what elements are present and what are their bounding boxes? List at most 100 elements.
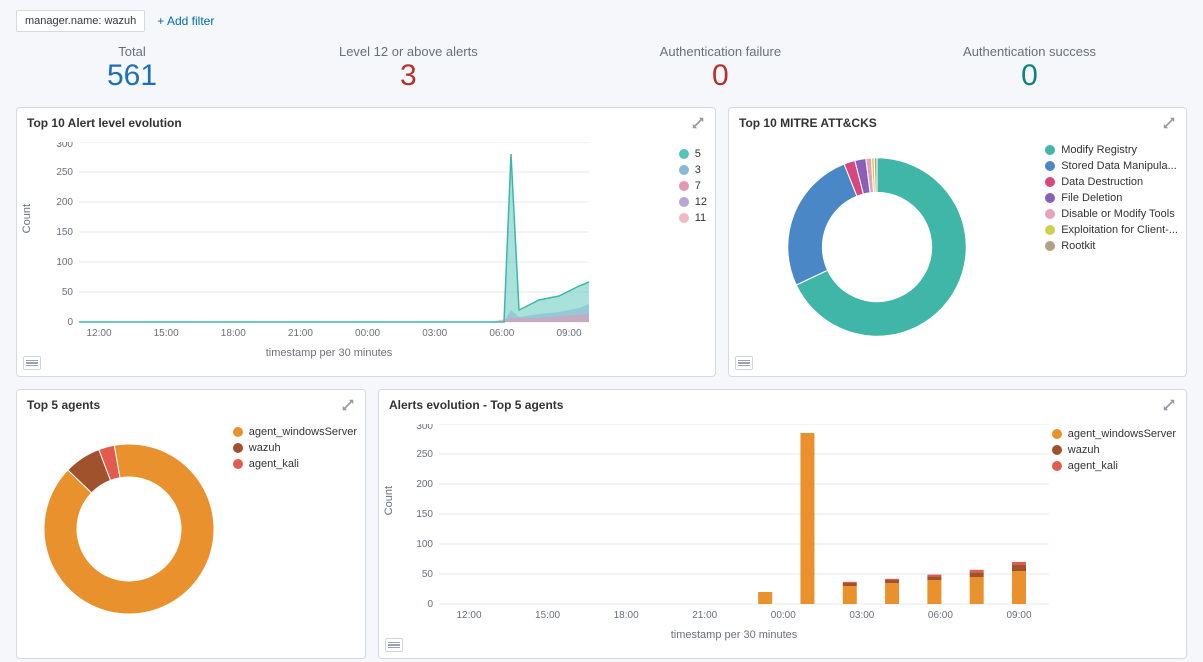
legend-label: 7	[695, 180, 701, 192]
legend-swatch-icon	[1052, 429, 1062, 439]
stat-value: 0	[963, 61, 1096, 91]
svg-text:12:00: 12:00	[456, 610, 481, 621]
stat-label: Authentication success	[963, 44, 1096, 59]
svg-text:06:00: 06:00	[928, 610, 953, 621]
legend-label: Exploitation for Client-...	[1061, 224, 1178, 236]
legend-swatch-icon	[233, 443, 243, 453]
panel-title: Top 10 MITRE ATT&CKS	[739, 116, 877, 130]
panel-menu-icon[interactable]	[735, 356, 753, 370]
y-axis-label: Count	[21, 204, 33, 233]
legend-label: agent_kali	[249, 458, 299, 470]
expand-icon[interactable]	[1162, 116, 1176, 130]
legend-swatch-icon	[1052, 461, 1062, 471]
svg-text:150: 150	[416, 509, 433, 520]
top5-agents-donut-chart	[29, 424, 229, 634]
stat-label: Authentication failure	[660, 44, 781, 59]
stat-value: 0	[660, 61, 781, 91]
legend: agent_windowsServerwazuh agent_kali	[233, 426, 357, 474]
expand-icon[interactable]	[341, 398, 355, 412]
svg-text:150: 150	[56, 227, 73, 238]
alert-evolution-chart: 0 50 100 150 200 250 300 12:0015:0018:00…	[49, 142, 609, 342]
stat-authsucc: Authentication success 0	[963, 44, 1096, 91]
svg-text:21:00: 21:00	[288, 328, 313, 339]
panel-row-1: Top 10 Alert level evolution Count 0 50 …	[16, 107, 1187, 377]
legend-label: agent_kali	[1068, 460, 1118, 472]
legend-label: wazuh	[249, 442, 281, 454]
legend-swatch-icon	[679, 165, 689, 175]
stat-label: Total	[107, 44, 157, 59]
panel-alert-evolution: Top 10 Alert level evolution Count 0 50 …	[16, 107, 716, 377]
legend-swatch-icon	[1045, 193, 1055, 203]
panel-menu-icon[interactable]	[23, 356, 41, 370]
legend-item[interactable]: 3	[679, 164, 707, 176]
legend-item[interactable]: 11	[679, 212, 707, 224]
legend-swatch-icon	[1045, 209, 1055, 219]
svg-text:50: 50	[422, 569, 434, 580]
legend-swatch-icon	[1045, 161, 1055, 171]
svg-text:03:00: 03:00	[422, 328, 447, 339]
svg-text:06:00: 06:00	[489, 328, 514, 339]
legend-swatch-icon	[233, 459, 243, 469]
legend: 5 3 7 12 11	[679, 148, 707, 228]
svg-text:21:00: 21:00	[692, 610, 717, 621]
stat-authfail: Authentication failure 0	[660, 44, 781, 91]
stat-total: Total 561	[107, 44, 157, 91]
stats-row: Total 561 Level 12 or above alerts 3 Aut…	[16, 44, 1187, 91]
legend-item[interactable]: File Deletion	[1045, 192, 1178, 204]
filter-pill-manager[interactable]: manager.name: wazuh	[16, 10, 145, 32]
stat-label: Level 12 or above alerts	[339, 44, 478, 59]
legend-item[interactable]: agent_kali	[1052, 460, 1176, 472]
legend-label: 11	[695, 212, 706, 224]
legend-swatch-icon	[1045, 241, 1055, 251]
legend-label: Data Destruction	[1061, 176, 1143, 188]
legend-label: agent_windowsServer	[249, 426, 357, 438]
legend-swatch-icon	[679, 213, 689, 223]
legend-label: Modify Registry	[1061, 144, 1137, 156]
legend-label: wazuh	[1068, 444, 1100, 456]
legend-item[interactable]: Rootkit	[1045, 240, 1178, 252]
legend-item[interactable]: Disable or Modify Tools	[1045, 208, 1178, 220]
svg-text:100: 100	[416, 539, 433, 550]
legend-item[interactable]: agent_windowsServer	[1052, 428, 1176, 440]
legend-label: 12	[695, 196, 707, 208]
legend-item[interactable]: 12	[679, 196, 707, 208]
legend-item[interactable]: 7	[679, 180, 707, 192]
legend-swatch-icon	[679, 181, 689, 191]
legend-item[interactable]: wazuh	[1052, 444, 1176, 456]
legend-item[interactable]: wazuh	[233, 442, 357, 454]
legend-item[interactable]: agent_kali	[233, 458, 357, 470]
svg-text:03:00: 03:00	[849, 610, 874, 621]
svg-text:18:00: 18:00	[221, 328, 246, 339]
legend-swatch-icon	[1045, 177, 1055, 187]
svg-text:00:00: 00:00	[355, 328, 380, 339]
svg-text:300: 300	[416, 424, 433, 432]
svg-text:09:00: 09:00	[556, 328, 581, 339]
svg-text:200: 200	[56, 197, 73, 208]
legend-swatch-icon	[1052, 445, 1062, 455]
legend-label: Rootkit	[1061, 240, 1095, 252]
legend-item[interactable]: Modify Registry	[1045, 144, 1178, 156]
add-filter-button[interactable]: + Add filter	[149, 10, 222, 32]
panel-title: Alerts evolution - Top 5 agents	[389, 398, 563, 412]
alerts-top5-bar-chart: 0 50 100 150 200 250 300 12:0015:0018:00…	[409, 424, 1059, 624]
panel-mitre: Top 10 MITRE ATT&CKS Modify Registry Stor…	[728, 107, 1187, 377]
legend-item[interactable]: Data Destruction	[1045, 176, 1178, 188]
legend-swatch-icon	[679, 197, 689, 207]
stat-value: 561	[107, 61, 157, 91]
y-axis-label: Count	[383, 486, 395, 515]
expand-icon[interactable]	[1162, 398, 1176, 412]
svg-text:12:00: 12:00	[86, 328, 111, 339]
expand-icon[interactable]	[691, 116, 705, 130]
svg-text:09:00: 09:00	[1006, 610, 1031, 621]
x-axis-label: timestamp per 30 minutes	[409, 629, 1059, 641]
panel-menu-icon[interactable]	[385, 638, 403, 652]
svg-text:250: 250	[416, 449, 433, 460]
legend-swatch-icon	[233, 427, 243, 437]
legend-item[interactable]: Exploitation for Client-...	[1045, 224, 1178, 236]
svg-text:0: 0	[427, 599, 433, 610]
svg-text:200: 200	[416, 479, 433, 490]
legend-item[interactable]: 5	[679, 148, 707, 160]
legend-item[interactable]: Stored Data Manipula...	[1045, 160, 1178, 172]
legend-item[interactable]: agent_windowsServer	[233, 426, 357, 438]
panel-title: Top 5 agents	[27, 398, 100, 412]
